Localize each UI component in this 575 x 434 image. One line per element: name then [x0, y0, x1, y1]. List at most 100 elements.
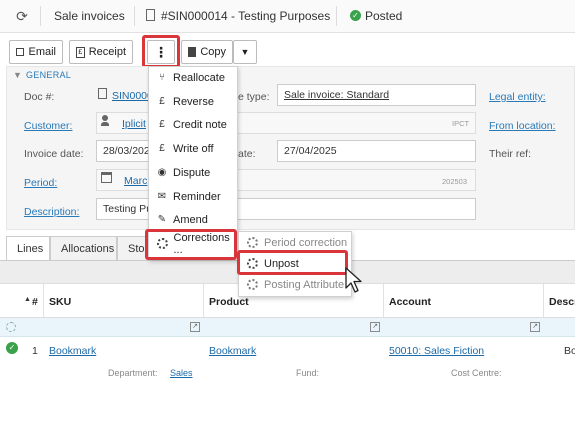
copy-dropdown-button[interactable]: ▼: [233, 40, 257, 64]
email-button-label: Email: [28, 46, 56, 58]
their-ref-label: Their ref:: [489, 148, 532, 160]
fund-label: Fund:: [296, 368, 320, 378]
filter-row: [0, 318, 575, 337]
tab-allocations[interactable]: Allocations: [50, 236, 117, 261]
write-off-icon: £: [159, 143, 165, 154]
sort-asc-icon[interactable]: ▲: [24, 296, 31, 303]
copy-icon: [188, 47, 197, 57]
receipt-button[interactable]: £ Receipt: [69, 40, 133, 64]
column-header-account[interactable]: Account: [389, 296, 431, 308]
description-value: Testing Pu: [103, 203, 153, 215]
due-date-label: ate:: [238, 148, 256, 160]
column-header-num[interactable]: #: [32, 296, 38, 308]
credit-note-icon: £: [159, 119, 165, 130]
customer-label[interactable]: Customer:: [24, 120, 72, 132]
header-separator: [40, 6, 41, 26]
tab-lines-label: Lines: [17, 243, 44, 255]
filter-open-icon[interactable]: ↗: [530, 322, 540, 332]
refresh-icon[interactable]: ⟳: [14, 8, 30, 24]
invoice-type-field[interactable]: Sale invoice: Standard: [277, 84, 476, 106]
chevron-down-icon[interactable]: ▼: [13, 70, 22, 80]
gear-icon: [247, 237, 258, 248]
department-value[interactable]: Sales: [170, 368, 193, 378]
submenu-item-posting-attribute[interactable]: Posting Attribute: [239, 274, 351, 295]
invoice-date-field[interactable]: 28/03/202: [96, 140, 154, 162]
doc-number-label: Doc #:: [24, 91, 55, 103]
filter-open-icon[interactable]: ↗: [370, 322, 380, 332]
envelope-icon: [16, 48, 25, 56]
column-header-sku[interactable]: SKU: [49, 296, 71, 308]
menu-item-dispute[interactable]: ◉ Dispute: [149, 161, 237, 184]
person-icon: [101, 115, 109, 126]
caret-down-icon: ▼: [240, 47, 250, 57]
submenu-item-label: Period correction: [264, 236, 348, 249]
customer-code: IPCT: [452, 119, 470, 128]
row-check-icon: ✓: [6, 342, 18, 354]
row-sku[interactable]: Bookmark: [49, 345, 96, 357]
tab-allocations-label: Allocations: [61, 243, 115, 255]
mouse-cursor-icon: [345, 267, 362, 293]
receipt-button-label: Receipt: [88, 46, 126, 58]
doc-number-value[interactable]: SIN0000: [112, 90, 153, 102]
from-location-label[interactable]: From location:: [489, 120, 556, 132]
more-actions-highlight: [142, 35, 180, 68]
row-account[interactable]: 50010: Sales Fiction: [389, 345, 484, 357]
submenu-item-label: Posting Attribute: [264, 278, 345, 291]
header-separator: [336, 6, 337, 26]
document-icon: [146, 9, 155, 21]
due-date-field[interactable]: 27/04/2025: [277, 140, 476, 162]
envelope-icon: ✉: [157, 191, 167, 202]
receipt-icon: £: [76, 46, 85, 58]
menu-item-reverse[interactable]: £ Reverse: [149, 90, 237, 113]
invoice-date-label: Invoice date:: [24, 148, 84, 160]
page-title: #SIN000014 - Testing Purposes: [161, 9, 331, 23]
menu-item-label: Credit note: [173, 118, 227, 131]
period-code: 202503: [442, 177, 468, 186]
menu-item-label: Reverse: [173, 95, 214, 108]
period-value[interactable]: Marc: [124, 175, 147, 187]
pencil-icon: ✎: [157, 214, 167, 225]
copy-button-label: Copy: [200, 46, 226, 58]
corrections-highlight: [145, 229, 237, 260]
tab-lines[interactable]: Lines: [6, 236, 50, 261]
period-label[interactable]: Period:: [24, 177, 57, 189]
description-label[interactable]: Description:: [24, 206, 79, 218]
menu-item-label: Reminder: [173, 190, 221, 203]
menu-item-reallocate[interactable]: ⑂ Reallocate: [149, 66, 237, 89]
dispute-icon: ◉: [157, 167, 167, 178]
row-product[interactable]: Bookmark: [209, 345, 256, 357]
section-title: GENERAL: [26, 70, 72, 80]
row-description: Book: [564, 345, 575, 357]
row-number: 1: [32, 345, 38, 357]
menu-item-amend[interactable]: ✎ Amend: [149, 208, 237, 231]
customer-value[interactable]: Iplicit: [122, 118, 146, 130]
reverse-icon: £: [159, 96, 165, 107]
due-date-value: 27/04/2025: [284, 145, 337, 157]
legal-entity-label[interactable]: Legal entity:: [489, 91, 546, 103]
column-header-description[interactable]: Descri: [549, 296, 575, 308]
menu-item-write-off[interactable]: £ Write off: [149, 137, 237, 160]
unpost-highlight: [237, 250, 348, 275]
email-button[interactable]: Email: [9, 40, 63, 64]
invoice-date-value: 28/03/202: [103, 145, 150, 157]
breadcrumb[interactable]: Sale invoices: [54, 9, 125, 23]
copy-button[interactable]: Copy: [181, 40, 233, 64]
header-separator: [134, 6, 135, 26]
column-header-product[interactable]: Product: [209, 296, 249, 308]
document-icon: [98, 88, 107, 99]
invoice-type-value: Sale invoice: Standard: [284, 89, 390, 101]
cost-centre-label: Cost Centre:: [451, 368, 502, 378]
department-label: Department:: [108, 368, 158, 378]
calendar-icon: [101, 172, 112, 183]
filter-open-icon[interactable]: ↗: [190, 322, 200, 332]
menu-item-reminder[interactable]: ✉ Reminder: [149, 185, 237, 208]
filter-radio-icon[interactable]: [6, 322, 16, 332]
gear-icon: [247, 279, 258, 290]
menu-item-label: Reallocate: [173, 71, 225, 84]
menu-item-label: Amend: [173, 213, 208, 226]
menu-item-label: Write off: [173, 142, 214, 155]
status-check-icon: ✓: [350, 10, 361, 21]
menu-item-credit-note[interactable]: £ Credit note: [149, 113, 237, 136]
menu-item-label: Dispute: [173, 166, 211, 179]
status-badge: Posted: [365, 9, 403, 23]
